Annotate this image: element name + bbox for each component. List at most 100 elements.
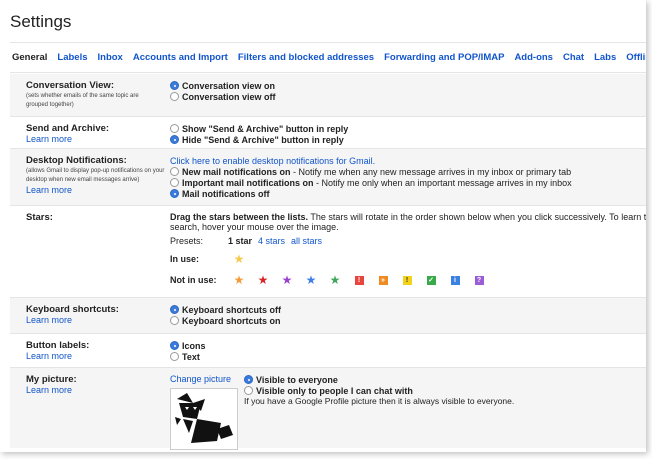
stars-label: Stars: xyxy=(26,212,53,223)
hide-send-archive-radio[interactable] xyxy=(170,135,179,144)
send-archive-label: Send and Archive: xyxy=(26,123,110,134)
hide-send-archive-label: Hide "Send & Archive" button in reply xyxy=(182,134,344,145)
preset-4-stars[interactable]: 4 stars xyxy=(258,236,285,246)
keyboard-on-label: Keyboard shortcuts on xyxy=(182,315,281,326)
important-mail-notifications-radio[interactable] xyxy=(170,178,179,187)
button-labels-learn-more[interactable]: Learn more xyxy=(26,351,170,361)
tab-labels[interactable]: Labels xyxy=(52,52,92,72)
purple-question-icon[interactable]: ? xyxy=(474,275,484,285)
in-use-label: In use: xyxy=(170,254,200,264)
visible-everyone-option[interactable]: Visible to everyone xyxy=(244,374,514,385)
tab-general[interactable]: General xyxy=(12,52,52,72)
conversation-view-on-radio[interactable] xyxy=(170,81,179,90)
purple-star-icon[interactable]: ★ xyxy=(275,273,299,287)
presets-label: Presets: xyxy=(170,236,204,246)
yellow-star-icon[interactable]: ★ xyxy=(227,252,251,266)
icons-radio[interactable] xyxy=(170,341,179,350)
orange-star-icon[interactable]: ★ xyxy=(227,273,251,287)
keyboard-shortcuts-row: Keyboard shortcuts: Learn more Keyboard … xyxy=(10,298,646,334)
settings-tabs: General Labels Inbox Accounts and Import… xyxy=(12,52,646,72)
green-star-icon[interactable]: ★ xyxy=(323,273,347,287)
tab-inbox[interactable]: Inbox xyxy=(93,52,128,72)
new-mail-notifications-radio[interactable] xyxy=(170,167,179,176)
visible-chat-radio[interactable] xyxy=(244,386,253,395)
conversation-view-on-label: Conversation view on xyxy=(182,80,276,91)
settings-content: Conversation View: (sets whether emails … xyxy=(10,74,646,450)
stars-intro-rest: The stars will rotate in the order shown… xyxy=(308,212,646,222)
new-mail-notifications-option[interactable]: New mail notifications on - Notify me wh… xyxy=(170,166,646,177)
stars-row: Stars: Drag the stars between the lists.… xyxy=(10,206,646,298)
desktop-notifications-desc: (allows Gmail to display pop-up notifica… xyxy=(26,168,165,183)
keyboard-shortcuts-label: Keyboard shortcuts: xyxy=(26,304,119,315)
conversation-view-on-option[interactable]: Conversation view on xyxy=(170,80,646,91)
mail-notifications-off-radio[interactable] xyxy=(170,189,179,198)
new-mail-notifications-desc: - Notify me when any new message arrives… xyxy=(290,166,572,177)
cat-avatar-image xyxy=(175,393,233,443)
icons-option[interactable]: Icons xyxy=(170,340,646,351)
green-check-icon[interactable]: ✓ xyxy=(426,275,436,285)
conversation-view-off-radio[interactable] xyxy=(170,92,179,101)
show-send-archive-option[interactable]: Show "Send & Archive" button in reply xyxy=(170,123,646,134)
keyboard-on-radio[interactable] xyxy=(170,316,179,325)
button-labels-row: Button labels: Learn more Icons Text xyxy=(10,334,646,368)
mail-notifications-off-option[interactable]: Mail notifications off xyxy=(170,188,646,199)
keyboard-off-option[interactable]: Keyboard shortcuts off xyxy=(170,304,646,315)
keyboard-off-label: Keyboard shortcuts off xyxy=(182,304,282,315)
blue-star-icon[interactable]: ★ xyxy=(299,273,323,287)
send-archive-learn-more[interactable]: Learn more xyxy=(26,134,170,144)
tab-addons[interactable]: Add-ons xyxy=(509,52,558,72)
picture-visibility-note: If you have a Google Profile picture the… xyxy=(244,396,515,406)
visible-chat-label: Visible only to people I can chat with xyxy=(256,385,413,396)
show-send-archive-radio[interactable] xyxy=(170,124,179,133)
stars-intro-bold: Drag the stars between the lists. xyxy=(170,212,309,222)
blue-info-icon[interactable]: i xyxy=(450,275,460,285)
keyboard-learn-more[interactable]: Learn more xyxy=(26,315,170,325)
conversation-view-label: Conversation View: xyxy=(26,80,114,91)
avatar[interactable] xyxy=(170,388,238,450)
stars-not-in-use: Not in use: ★ ★ ★ ★ ★ ! » ! ✓ i ? xyxy=(170,272,646,288)
preset-1-star[interactable]: 1 star xyxy=(228,236,252,246)
tab-accounts-import[interactable]: Accounts and Import xyxy=(128,52,233,72)
important-mail-notifications-label: Important mail notifications on xyxy=(182,177,314,188)
tab-chat[interactable]: Chat xyxy=(558,52,589,72)
red-star-icon[interactable]: ★ xyxy=(251,273,275,287)
conversation-view-row: Conversation View: (sets whether emails … xyxy=(10,74,646,117)
conversation-view-off-option[interactable]: Conversation view off xyxy=(170,91,646,102)
new-mail-notifications-label: New mail notifications on xyxy=(182,166,291,177)
icons-label: Icons xyxy=(182,340,206,351)
tab-filters[interactable]: Filters and blocked addresses xyxy=(233,52,379,72)
conversation-view-desc: (sets whether emails of the same topic a… xyxy=(26,93,139,108)
stars-presets: Presets: 1 star 4 stars all stars xyxy=(170,236,646,246)
page-title: Settings xyxy=(10,12,72,31)
hide-send-archive-option[interactable]: Hide "Send & Archive" button in reply xyxy=(170,134,646,145)
enable-desktop-notifications-link[interactable]: Click here to enable desktop notificatio… xyxy=(170,156,375,166)
important-mail-notifications-option[interactable]: Important mail notifications on - Notify… xyxy=(170,177,646,188)
red-bang-icon[interactable]: ! xyxy=(354,275,364,285)
preset-all-stars[interactable]: all stars xyxy=(291,236,322,246)
tabs-divider xyxy=(10,72,646,73)
desktop-notifications-learn-more[interactable]: Learn more xyxy=(26,185,170,195)
text-radio[interactable] xyxy=(170,352,179,361)
orange-guillemet-icon[interactable]: » xyxy=(378,275,388,285)
settings-page: Settings General Labels Inbox Accounts a… xyxy=(0,0,646,452)
visible-chat-option[interactable]: Visible only to people I can chat with xyxy=(244,385,514,396)
desktop-notifications-label: Desktop Notifications: xyxy=(26,155,127,166)
stars-in-use: In use: ★ xyxy=(170,251,646,267)
change-picture-link[interactable]: Change picture xyxy=(170,374,231,384)
tab-labs[interactable]: Labs xyxy=(589,52,621,72)
tab-offline[interactable]: Offline xyxy=(621,52,646,72)
keyboard-on-option[interactable]: Keyboard shortcuts on xyxy=(170,315,646,326)
show-send-archive-label: Show "Send & Archive" button in reply xyxy=(182,123,349,134)
text-option[interactable]: Text xyxy=(170,351,646,362)
send-archive-row: Send and Archive: Learn more Show "Send … xyxy=(10,117,646,149)
stars-intro-line2: search, hover your mouse over the image. xyxy=(170,222,339,232)
yellow-bang-icon[interactable]: ! xyxy=(402,275,412,285)
visible-everyone-radio[interactable] xyxy=(244,375,253,384)
conversation-view-off-label: Conversation view off xyxy=(182,91,276,102)
my-picture-learn-more[interactable]: Learn more xyxy=(26,385,170,395)
keyboard-off-radio[interactable] xyxy=(170,305,179,314)
visible-everyone-label: Visible to everyone xyxy=(256,374,338,385)
button-labels-label: Button labels: xyxy=(26,340,90,351)
my-picture-label: My picture: xyxy=(26,374,77,385)
tab-forwarding[interactable]: Forwarding and POP/IMAP xyxy=(379,52,509,72)
